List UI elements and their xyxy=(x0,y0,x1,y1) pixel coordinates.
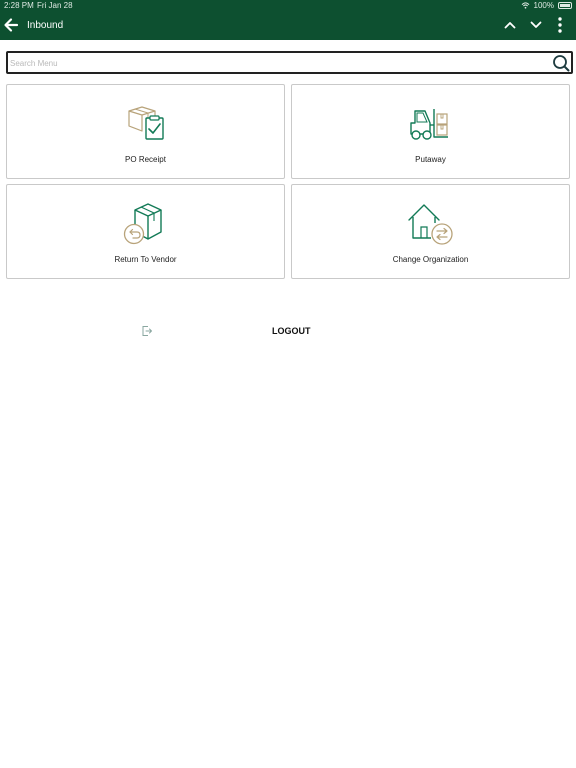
battery-icon xyxy=(558,2,572,9)
tile-label: PO Receipt xyxy=(125,155,166,164)
tile-po-receipt[interactable]: PO Receipt xyxy=(6,84,285,179)
app-header: 2:28 PM Fri Jan 28 100% Inbound xyxy=(0,0,576,40)
search-icon[interactable] xyxy=(552,54,570,72)
tile-return-to-vendor[interactable]: Return To Vendor xyxy=(6,184,285,279)
chevron-down-icon[interactable] xyxy=(529,19,543,31)
tile-label: Change Organization xyxy=(392,255,469,264)
status-time: 2:28 PM xyxy=(4,1,34,10)
tile-label: Putaway xyxy=(415,155,446,164)
tile-putaway[interactable]: Putaway xyxy=(291,84,570,179)
forklift-icon xyxy=(409,109,448,140)
tile-label: Return To Vendor xyxy=(114,255,177,264)
status-date: Fri Jan 28 xyxy=(37,1,73,10)
chevron-up-icon[interactable] xyxy=(503,19,517,31)
battery-percent: 100% xyxy=(533,1,554,10)
search-input[interactable] xyxy=(10,55,550,71)
logout-button[interactable]: LOGOUT xyxy=(140,322,440,340)
tile-change-organization[interactable]: Change Organization xyxy=(291,184,570,279)
house-swap-icon xyxy=(407,204,453,245)
arrow-left-icon[interactable] xyxy=(3,17,19,33)
status-right: 100% xyxy=(521,1,572,10)
logout-label: LOGOUT xyxy=(272,326,311,336)
box-clipboard-check-icon xyxy=(127,106,164,140)
wifi-icon xyxy=(521,2,529,9)
logout-icon xyxy=(142,326,152,336)
page-title: Inbound xyxy=(27,20,64,31)
status-bar: 2:28 PM Fri Jan 28 100% xyxy=(0,0,576,11)
search-bar xyxy=(6,51,573,74)
more-vertical-icon[interactable] xyxy=(554,16,566,34)
box-return-icon xyxy=(123,203,162,245)
